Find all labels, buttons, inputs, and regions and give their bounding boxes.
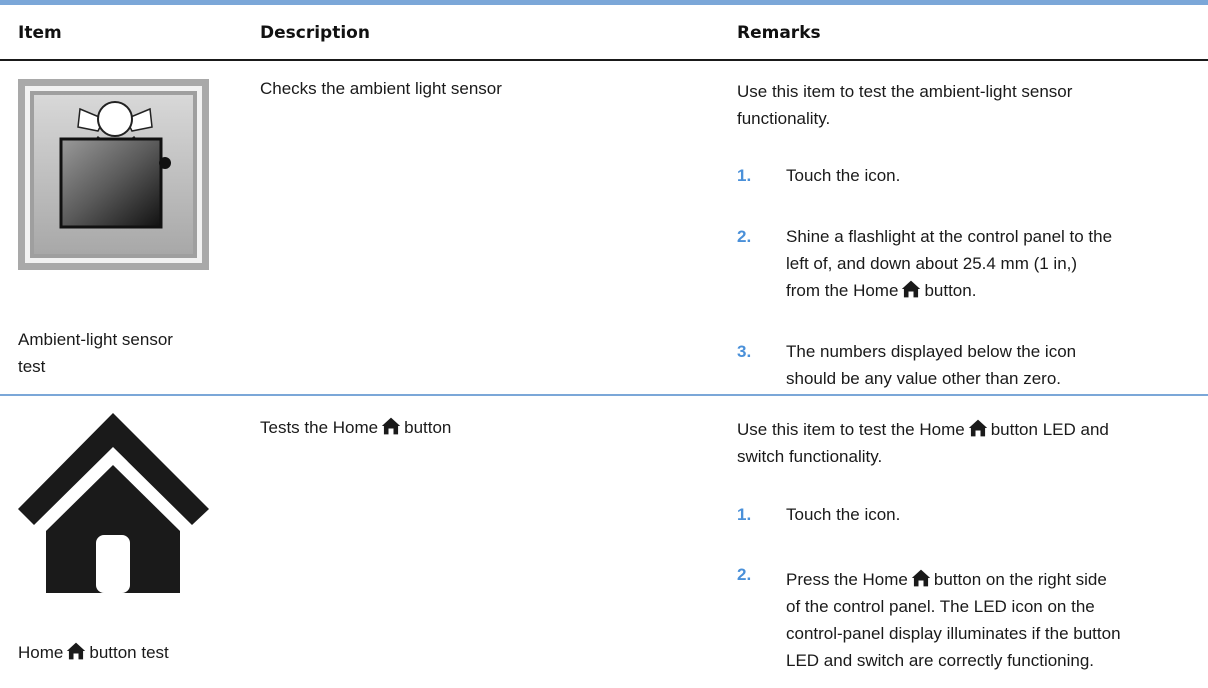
step-text: Touch the icon. — [786, 505, 901, 524]
step-text-cont: of the control panel. The LED icon on th… — [786, 597, 1095, 616]
home-icon — [18, 413, 209, 593]
item-label: Ambient-light sensor — [18, 330, 173, 349]
home-icon — [901, 279, 921, 299]
step-text-cont: left of, and down about 25.4 mm (1 in,) — [786, 254, 1078, 273]
step-number: 1. — [737, 166, 752, 185]
remarks-segment: button LED and — [990, 420, 1109, 439]
step-number: 2. — [737, 565, 752, 584]
step-text-segment: button. — [924, 281, 977, 300]
header-remarks: Remarks — [737, 23, 821, 43]
home-icon — [911, 568, 931, 588]
step-text-segment: Press the Home — [786, 570, 908, 589]
remarks-intro-cont: functionality. — [737, 109, 831, 128]
description-text: Tests the Home button — [260, 414, 451, 441]
step-number: 3. — [737, 342, 752, 361]
header-item: Item — [18, 23, 62, 43]
row-divider — [0, 394, 1208, 396]
step-text-cont: from the Home button. — [786, 277, 976, 304]
header-description: Description — [260, 23, 370, 43]
description-segment: button — [404, 418, 452, 437]
step-number: 2. — [737, 227, 752, 246]
description-segment: Tests the Home — [260, 418, 379, 437]
step-text-cont: LED and switch are correctly functioning… — [786, 651, 1095, 670]
home-icon — [968, 418, 988, 438]
step-text-segment: from the Home — [786, 281, 899, 300]
item-label-cont: test — [18, 357, 46, 376]
step-text: Shine a flashlight at the control panel … — [786, 227, 1113, 246]
step-text: Press the Home button on the right side — [786, 566, 1107, 593]
remarks-intro: Use this item to test the ambient-light … — [737, 82, 1073, 101]
item-label: Home button test — [18, 639, 169, 666]
step-text: Touch the icon. — [786, 166, 901, 185]
step-text-cont: control-panel display illuminates if the… — [786, 624, 1121, 643]
step-number: 1. — [737, 505, 752, 524]
table-header-row: Item Description Remarks — [0, 5, 1208, 61]
ambient-light-sensor-icon — [18, 79, 209, 270]
step-text-cont: should be any value other than zero. — [786, 369, 1062, 388]
item-label-segment: button test — [89, 643, 169, 662]
step-text-segment: button on the right side — [933, 570, 1107, 589]
step-text: The numbers displayed below the icon — [786, 342, 1077, 361]
item-label-segment: Home — [18, 643, 64, 662]
remarks-segment: Use this item to test the Home — [737, 420, 965, 439]
diagnostics-table: Item Description Remarks Ambient-light s… — [0, 0, 1208, 688]
home-icon — [66, 641, 86, 661]
description-text: Checks the ambient light sensor — [260, 79, 502, 98]
home-icon — [381, 416, 401, 436]
remarks-intro-cont: switch functionality. — [737, 447, 883, 466]
remarks-intro: Use this item to test the Home button LED… — [737, 416, 1109, 443]
